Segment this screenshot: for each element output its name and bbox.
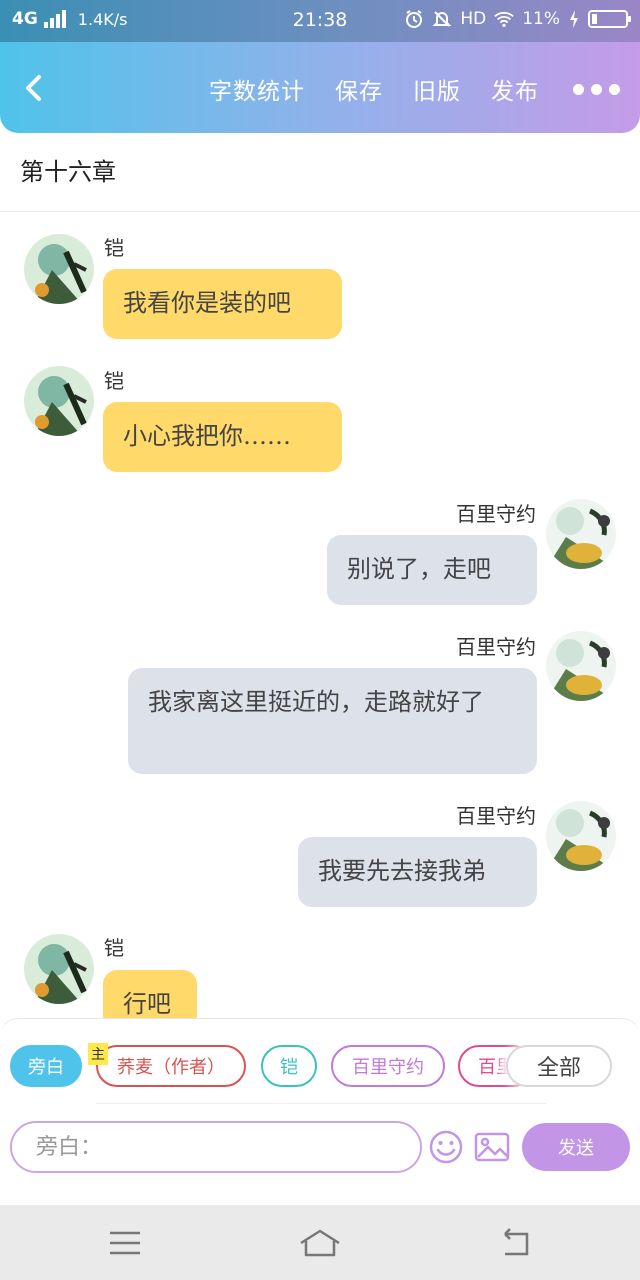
role-chip-author[interactable]: 荞麦（作者）	[96, 1045, 246, 1087]
avatar-kai[interactable]	[24, 234, 94, 304]
header: 4G 1.4K/s 21:38 HD 11% 字数统计 保存 旧版 发布	[0, 0, 640, 133]
message-bubble[interactable]: 我要先去接我弟	[298, 837, 537, 907]
sender-name: 铠	[104, 936, 124, 960]
role-chip-kai[interactable]: 铠	[261, 1045, 317, 1087]
status-bar: 4G 1.4K/s 21:38 HD 11%	[0, 0, 640, 42]
home-icon[interactable]	[298, 1227, 342, 1259]
message-input[interactable]	[10, 1121, 422, 1173]
all-roles-button[interactable]: 全部	[506, 1045, 612, 1087]
compose-panel: 旁白 荞麦（作者） 主 铠 百里守约 百里 全部 发送	[0, 1018, 640, 1178]
message-bubble[interactable]: 行吧	[103, 970, 197, 1020]
message-bubble[interactable]: 小心我把你……	[103, 402, 342, 472]
sender-name: 铠	[104, 236, 124, 260]
word-count-button[interactable]: 字数统计	[209, 72, 305, 106]
emoji-icon[interactable]	[428, 1129, 464, 1165]
charging-icon	[570, 10, 578, 28]
back-arrow-icon[interactable]	[18, 72, 50, 104]
avatar-baili[interactable]	[546, 499, 616, 569]
old-version-button[interactable]: 旧版	[413, 72, 461, 106]
hd-indicator: HD	[460, 9, 487, 29]
chapter-title[interactable]: 第十六章	[20, 152, 116, 187]
avatar-baili[interactable]	[546, 631, 616, 701]
role-chip-baili[interactable]: 百里守约	[331, 1045, 445, 1087]
battery-icon	[588, 10, 631, 28]
message-bubble[interactable]: 我家离这里挺近的，走路就好了	[128, 668, 537, 774]
mute-bell-icon	[432, 11, 452, 27]
sender-name: 百里守约	[456, 635, 536, 659]
message-bubble[interactable]: 别说了，走吧	[327, 535, 537, 605]
more-options-icon[interactable]	[573, 83, 620, 95]
chat-area[interactable]: 铠 我看你是装的吧 铠 小心我把你…… 百里守约 别说了，走吧 百里守约 我家离…	[0, 212, 640, 1020]
wifi-icon	[494, 11, 514, 27]
role-chip-narration[interactable]: 旁白	[10, 1045, 82, 1087]
menu-icon[interactable]	[107, 1227, 143, 1259]
alarm-icon	[406, 10, 423, 28]
back-icon[interactable]	[497, 1227, 533, 1259]
role-selector: 旁白 荞麦（作者） 主 铠 百里守约 百里 全部	[0, 1043, 640, 1089]
main-role-badge: 主	[88, 1043, 108, 1065]
sender-name: 百里守约	[456, 804, 536, 828]
sender-name: 百里守约	[456, 502, 536, 526]
send-button[interactable]: 发送	[522, 1123, 630, 1171]
avatar-baili[interactable]	[546, 801, 616, 871]
save-button[interactable]: 保存	[335, 72, 383, 106]
avatar-kai[interactable]	[24, 366, 94, 436]
battery-percent: 11%	[522, 9, 560, 29]
system-nav-bar	[0, 1205, 640, 1280]
sender-name: 铠	[104, 369, 124, 393]
app-bar: 字数统计 保存 旧版 发布	[0, 42, 640, 133]
divider	[96, 1103, 546, 1104]
image-icon[interactable]	[474, 1129, 510, 1165]
avatar-kai[interactable]	[24, 934, 94, 1004]
toolbar-menu: 字数统计 保存 旧版 发布	[209, 72, 620, 106]
message-bubble[interactable]: 我看你是装的吧	[103, 269, 342, 339]
publish-button[interactable]: 发布	[491, 72, 539, 106]
